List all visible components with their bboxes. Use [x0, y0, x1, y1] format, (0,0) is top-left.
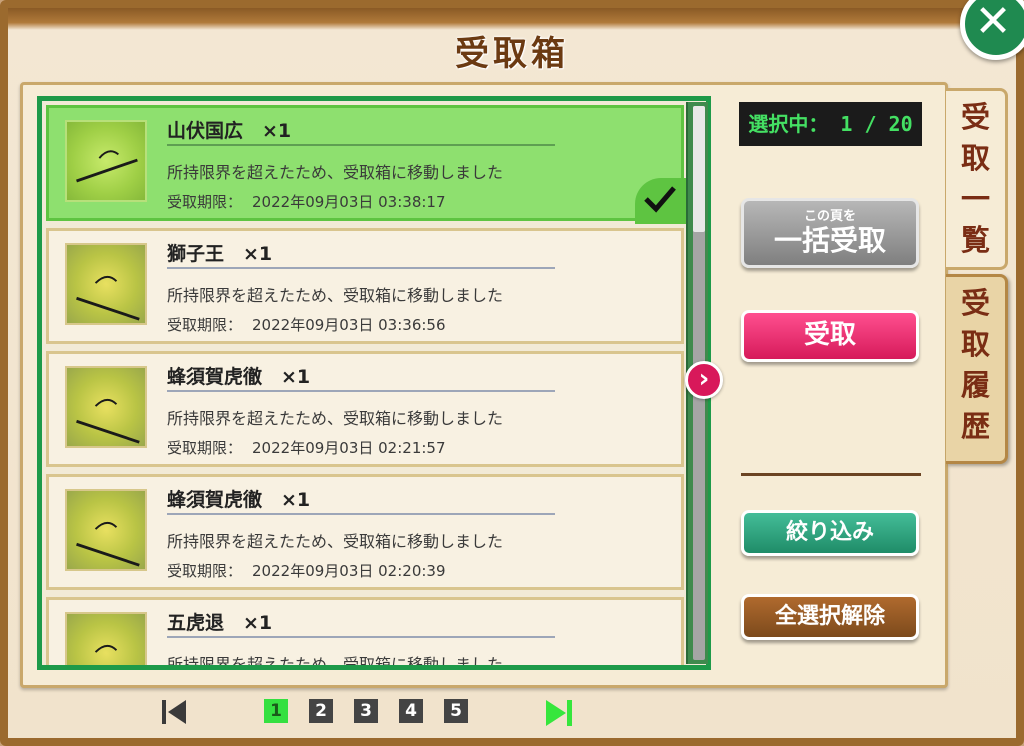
bulk-receive-label: 一括受取 — [773, 224, 886, 257]
sword-icon — [65, 120, 147, 202]
item-divider — [167, 636, 555, 638]
deselect-all-button[interactable]: 全選択解除 — [741, 594, 919, 640]
item-desc: 所持限界を超えたため、受取箱に移動しました — [167, 655, 504, 670]
item-name: 蜂須賀虎徹 ×1 — [167, 489, 311, 511]
first-page-icon[interactable] — [160, 698, 188, 730]
item-name: 獅子王 ×1 — [167, 243, 273, 265]
pagination: 1 2 3 4 5 — [0, 694, 1024, 730]
item-divider — [167, 267, 555, 269]
sword-icon — [65, 489, 147, 571]
item-deadline: 受取期限： 2022年09月03日 02:20:39 — [167, 562, 446, 580]
item-name: 蜂須賀虎徹 ×1 — [167, 366, 311, 388]
bulk-receive-sub-label: この頁を — [803, 209, 856, 224]
item-deadline: 受取期限： 2022年09月03日 02:21:57 — [167, 439, 446, 457]
chevron-right-icon[interactable]: › — [685, 361, 723, 399]
item-desc: 所持限界を超えたため、受取箱に移動しました — [167, 286, 504, 305]
page-1[interactable]: 1 — [264, 699, 288, 723]
page-3[interactable]: 3 — [354, 699, 378, 723]
tab-receive-history[interactable]: 受 取 履 歴 — [946, 274, 1008, 464]
scrollbar-thumb[interactable] — [693, 106, 705, 232]
list-item[interactable]: 蜂須賀虎徹 ×1 所持限界を超えたため、受取箱に移動しました 受取期限： 2022… — [46, 474, 684, 590]
divider — [741, 473, 921, 476]
item-desc: 所持限界を超えたため、受取箱に移動しました — [167, 532, 504, 551]
sword-icon — [65, 243, 147, 325]
sword-icon — [65, 366, 147, 448]
list-item[interactable]: 山伏国広 ×1 所持限界を超えたため、受取箱に移動しました 受取期限： 2022年… — [46, 105, 687, 224]
last-page-icon[interactable] — [544, 698, 574, 732]
item-name: 五虎退 ×1 — [167, 612, 273, 634]
list-item[interactable]: 蜂須賀虎徹 ×1 所持限界を超えたため、受取箱に移動しました 受取期限： 2022… — [46, 351, 684, 467]
receive-button[interactable]: 受取 — [741, 310, 919, 362]
item-list: 山伏国広 ×1 所持限界を超えたため、受取箱に移動しました 受取期限： 2022年… — [37, 96, 711, 670]
check-icon — [635, 178, 687, 224]
sword-icon — [65, 612, 147, 665]
close-icon: ✕ — [974, 0, 1012, 47]
item-divider — [167, 144, 555, 146]
item-desc: 所持限界を超えたため、受取箱に移動しました — [167, 163, 504, 182]
page-4[interactable]: 4 — [399, 699, 423, 723]
item-name: 山伏国広 ×1 — [167, 120, 292, 142]
item-desc: 所持限界を超えたため、受取箱に移動しました — [167, 409, 504, 428]
list-item[interactable]: 獅子王 ×1 所持限界を超えたため、受取箱に移動しました 受取期限： 2022年0… — [46, 228, 684, 344]
item-deadline: 受取期限： 2022年09月03日 03:38:17 — [167, 193, 446, 211]
item-deadline: 受取期限： 2022年09月03日 03:36:56 — [167, 316, 446, 334]
bulk-receive-button[interactable]: この頁を 一括受取 — [741, 198, 919, 268]
tab-receive-list[interactable]: 受 取 一 覧 — [946, 88, 1008, 270]
item-divider — [167, 513, 555, 515]
item-divider — [167, 390, 555, 392]
window-title: 受取箱 — [455, 34, 569, 74]
list-item[interactable]: 五虎退 ×1 所持限界を超えたため、受取箱に移動しました — [46, 597, 684, 670]
page-5[interactable]: 5 — [444, 699, 468, 723]
page-2[interactable]: 2 — [309, 699, 333, 723]
selection-counter: 選択中： 1 / 20 — [739, 102, 922, 146]
filter-button[interactable]: 絞り込み — [741, 510, 919, 556]
